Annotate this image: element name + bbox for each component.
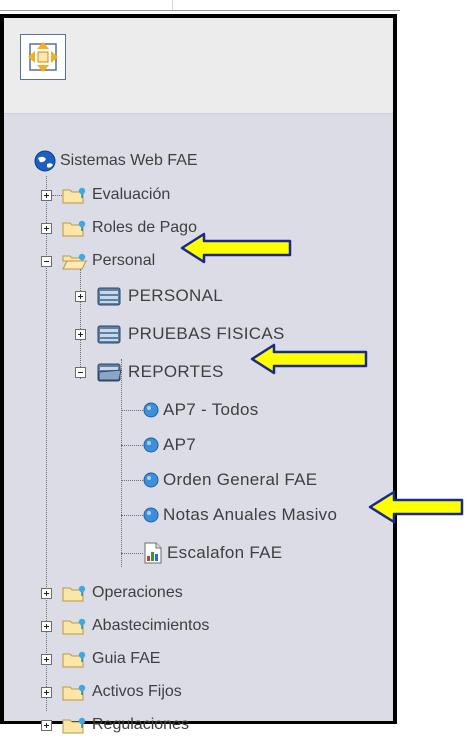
tree-connector [52, 195, 62, 196]
tree-label: Regulaciones [92, 716, 189, 733]
file-drawer-icon [97, 287, 121, 306]
folder-icon [62, 717, 86, 734]
tree-root[interactable]: Sistemas Web FAE [34, 150, 198, 172]
tree-label: PERSONAL [128, 286, 223, 305]
globe-icon [34, 150, 56, 172]
expand-toggle[interactable] [75, 290, 86, 302]
report-bullet-icon [143, 507, 159, 523]
tree-label: PRUEBAS FISICAS [128, 324, 285, 343]
tree-label: Escalafon FAE [167, 543, 283, 562]
tree-item-activos-fijos[interactable]: Activos Fijos [41, 681, 182, 703]
tree-item-roles-de-pago[interactable]: Roles de Pago [41, 217, 197, 239]
tree-item-reportes[interactable]: REPORTES [75, 361, 224, 383]
annotation-arrow-notas [368, 490, 464, 524]
tree-item-regulaciones[interactable]: Regulaciones [41, 714, 189, 736]
tree-item-guia-fae[interactable]: Guia FAE [41, 648, 160, 670]
tree-connector [121, 409, 143, 411]
tree-item-operaciones[interactable]: Operaciones [41, 582, 183, 604]
tree-label: Personal [92, 252, 156, 269]
toolbar [4, 18, 393, 113]
tree-item-pruebas-fisicas[interactable]: PRUEBAS FISICAS [75, 323, 285, 345]
tree-connector [121, 514, 143, 516]
expand-toggle[interactable] [75, 328, 86, 340]
move-icon [28, 42, 58, 72]
expand-toggle[interactable] [41, 620, 52, 632]
report-item[interactable]: AP7 [121, 434, 196, 456]
folder-icon [62, 651, 86, 668]
tree-label: AP7 [163, 435, 197, 454]
expand-toggle[interactable] [41, 686, 52, 698]
open-file-drawer-icon [97, 363, 122, 382]
move-tool-button[interactable] [20, 34, 66, 80]
tree-item-abastecimientos[interactable]: Abastecimientos [41, 615, 209, 637]
top-divider [172, 0, 173, 10]
folder-icon [62, 618, 86, 635]
tree-connector [121, 552, 143, 554]
expand-toggle[interactable] [41, 189, 52, 201]
folder-icon [62, 220, 86, 237]
folder-icon [62, 187, 86, 204]
collapse-toggle[interactable] [41, 255, 52, 267]
collapse-toggle[interactable] [75, 366, 86, 378]
open-folder-icon [62, 253, 87, 270]
tree-item-personal[interactable]: Personal [41, 250, 155, 272]
report-item[interactable]: AP7 - Todos [121, 399, 259, 421]
tree-root-label: Sistemas Web FAE [60, 152, 198, 169]
tree-label: Activos Fijos [92, 683, 182, 700]
file-drawer-icon [97, 325, 121, 344]
tree-connector [121, 479, 143, 481]
expand-toggle[interactable] [41, 653, 52, 665]
tree-label: REPORTES [128, 362, 224, 381]
tree-label: Guia FAE [92, 650, 161, 667]
tree-line [121, 359, 122, 567]
tree-label: AP7 - Todos [163, 400, 259, 419]
report-item[interactable]: Notas Anuales Masivo [121, 504, 337, 526]
tree-label: Orden General FAE [163, 470, 318, 489]
annotation-arrow-personal [180, 232, 292, 264]
expand-toggle[interactable] [41, 222, 52, 234]
annotation-arrow-reportes [250, 343, 368, 375]
report-bullet-icon [143, 437, 159, 453]
report-item[interactable]: Orden General FAE [121, 469, 317, 491]
tree-item-evaluacion[interactable]: Evaluación [41, 184, 170, 206]
tree-label: Operaciones [92, 584, 183, 601]
report-bullet-icon [143, 472, 159, 488]
expand-toggle[interactable] [41, 587, 52, 599]
report-item[interactable]: Escalafon FAE [121, 542, 282, 564]
expand-toggle[interactable] [41, 719, 52, 731]
top-border-line [0, 10, 400, 11]
report-bullet-icon [143, 402, 159, 418]
folder-icon [62, 585, 86, 602]
tree-view: Sistemas Web FAE Evaluación Roles de Pag… [4, 113, 393, 734]
tree-label: Evaluación [92, 186, 171, 203]
tree-connector [121, 444, 143, 446]
tree-label: Notas Anuales Masivo [163, 505, 338, 524]
tree-label: Abastecimientos [92, 617, 210, 634]
folder-icon [62, 684, 86, 701]
chart-document-icon [144, 542, 162, 564]
tree-item-personal-sub[interactable]: PERSONAL [75, 285, 223, 307]
